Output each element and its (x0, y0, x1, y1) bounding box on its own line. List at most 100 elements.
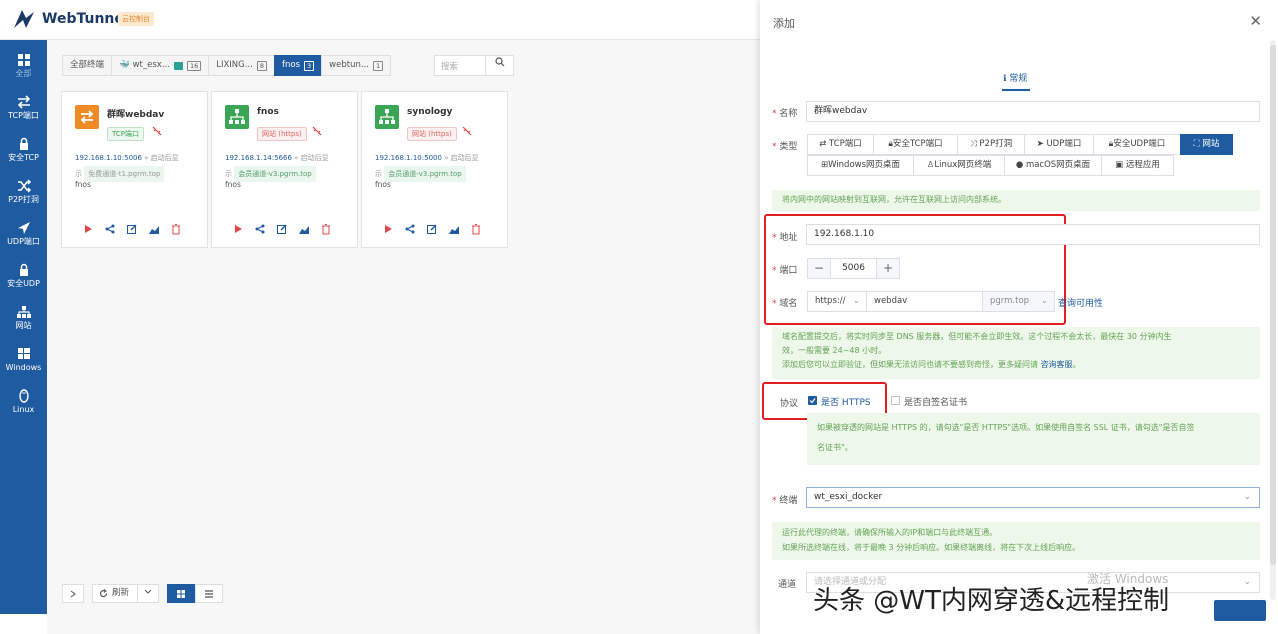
sidebar-item-secure-tcp[interactable]: 安全TCP (0, 132, 47, 172)
port-value[interactable]: 5006 (830, 259, 877, 278)
https-checkbox[interactable] (808, 396, 817, 405)
lock-icon (19, 137, 28, 150)
tab-fnos[interactable]: fnos 3 (274, 55, 323, 76)
sidebar-item-label: 安全UDP (7, 279, 40, 288)
save-button[interactable] (1214, 600, 1266, 621)
list-view-button[interactable] (195, 584, 224, 603)
delete-icon[interactable] (170, 223, 182, 235)
sidebar-item-label: 安全TCP (8, 153, 39, 162)
chevron-down-icon: ⌄ (852, 296, 860, 306)
card-name: 群晖webdav (107, 110, 165, 120)
expand-button[interactable] (62, 584, 84, 603)
search-box (434, 55, 514, 76)
proxy-card[interactable]: synology 网站 (https) 192.168.1.10:5000 » … (361, 91, 508, 248)
chevron-down-icon: ⌄ (1040, 296, 1048, 306)
search-button[interactable] (485, 56, 513, 75)
sidebar-item-label: 全部 (15, 69, 32, 78)
name-field[interactable]: 群晖webdav (806, 101, 1260, 122)
refresh-button[interactable]: 刷新 (92, 584, 160, 603)
play-icon[interactable] (82, 223, 94, 235)
console-badge: 云控制台 (118, 12, 154, 26)
domain-suffix-select[interactable]: pgrm.top ⌄ (982, 291, 1055, 312)
sitemap-icon (16, 306, 31, 318)
sidebar-item-linux[interactable]: Linux (0, 384, 47, 424)
sidebar-item-udp[interactable]: UDP端口 (0, 216, 47, 256)
tab-webtunnel[interactable]: webtun... 1 (321, 55, 392, 76)
sidebar-item-p2p[interactable]: P2P打洞 (0, 174, 47, 214)
type-remote-app-button[interactable]: ▣ 远程应用 (1101, 155, 1174, 176)
search-input[interactable] (435, 56, 483, 75)
type-linux-button[interactable]: ♙Linux网页终端 (913, 155, 1005, 176)
type-secure-tcp-button[interactable]: 🔒︎安全TCP端口 (873, 134, 958, 155)
proxy-card[interactable]: 群晖webdav TCP端口 192.168.1.10:5006 » 启动后显 … (61, 91, 208, 248)
send-icon (17, 222, 30, 234)
card-name: fnos (257, 107, 279, 117)
share-icon[interactable] (104, 223, 116, 235)
proxy-card[interactable]: fnos 网站 (https) 192.168.1.14:5666 » 启动后显… (211, 91, 358, 248)
type-tag: 网站 (https) (407, 127, 457, 141)
swap-icon (17, 95, 30, 109)
tab-lixing[interactable]: LIXING... 8 (208, 55, 275, 76)
delete-icon[interactable] (470, 223, 482, 235)
tab-general[interactable]: ℹ 常规 (1003, 71, 1027, 84)
add-drawer: 添加 ✕ ℹ 常规 * 名称 群晖webdav * 类型 ⇄ TCP端口 🔒︎安… (760, 0, 1278, 634)
type-website-button[interactable]: ⛶ 网站 (1180, 134, 1233, 155)
subdomain-field[interactable]: webdav (866, 291, 983, 312)
chart-icon[interactable] (298, 223, 310, 235)
card-address: 192.168.1.14:5666 » 启动后显 示 会员通道-v3.pgrm.… (225, 150, 355, 182)
unlink-icon (152, 126, 162, 136)
tab-all-terminals[interactable]: 全部终端 (62, 55, 113, 76)
drawer-scrollbar[interactable] (1270, 40, 1276, 600)
sidebar-item-windows[interactable]: Windows (0, 342, 47, 382)
chart-icon[interactable] (448, 223, 460, 235)
self-signed-checkbox[interactable] (891, 396, 900, 405)
edit-icon[interactable] (126, 223, 138, 235)
sidebar-item-label: TCP端口 (8, 111, 39, 120)
address-field[interactable]: 192.168.1.10 (806, 224, 1260, 245)
delete-icon[interactable] (320, 223, 332, 235)
swap-icon: ⇄ (819, 139, 827, 149)
check-icon (809, 398, 816, 404)
type-macos-button[interactable]: ● macOS网页桌面 (1004, 155, 1102, 176)
terminal-note: 运行此代理的终端，请确保所输入的IP和端口与此终端互通。 如果所选终端在线，将于… (772, 522, 1260, 560)
grid-view-button[interactable] (167, 584, 196, 603)
type-p2p-button[interactable]: ⤨ P2P打洞 (957, 134, 1025, 155)
play-icon[interactable] (232, 223, 244, 235)
linux-icon (18, 389, 29, 403)
share-icon[interactable] (404, 223, 416, 235)
sidebar-item-tcp[interactable]: TCP端口 (0, 90, 47, 130)
port-decrement-button[interactable]: − (808, 259, 830, 278)
close-icon[interactable]: ✕ (1249, 12, 1262, 30)
chevron-down-icon: ⌄ (1243, 577, 1251, 587)
terminal-select[interactable]: wt_esxi_docker ⌄ (806, 487, 1260, 508)
tab-wt-esxi[interactable]: 🐳 wt_esx... 16 (111, 55, 210, 76)
sidebar-item-secure-udp[interactable]: 安全UDP (0, 258, 47, 298)
self-signed-checkbox-label[interactable]: 是否自签名证书 (904, 395, 967, 408)
type-windows-button[interactable]: ⊞Windows网页桌面 (807, 155, 914, 176)
type-secure-udp-button[interactable]: 🔒︎安全UDP端口 (1093, 134, 1181, 155)
scheme-select[interactable]: https://⌄ (807, 291, 867, 312)
sidebar-item-all[interactable]: 全部 (0, 48, 47, 88)
edit-icon[interactable] (426, 223, 438, 235)
sidebar-item-website[interactable]: 网站 (0, 300, 47, 340)
support-link[interactable]: 咨询客服 (1041, 360, 1073, 369)
card-address: 192.168.1.10:5000 » 启动后显 示 会员通道-v3.pgrm.… (375, 150, 505, 182)
chart-icon[interactable] (148, 223, 160, 235)
port-increment-button[interactable]: + (877, 259, 899, 278)
terminal-label: * 终端 (772, 496, 798, 506)
address-label: * 地址 (772, 233, 798, 243)
type-udp-button[interactable]: ➤ UDP端口 (1024, 134, 1094, 155)
play-icon[interactable] (382, 223, 394, 235)
type-tcp-button[interactable]: ⇄ TCP端口 (807, 134, 874, 155)
https-checkbox-label[interactable]: 是否 HTTPS (821, 395, 871, 408)
search-icon (494, 57, 504, 67)
edit-icon[interactable] (276, 223, 288, 235)
refresh-dropdown[interactable] (137, 585, 158, 602)
refresh-icon (99, 589, 108, 598)
website-proxy-icon (375, 105, 399, 129)
check-availability-link[interactable]: 查询可用性 (1058, 296, 1103, 309)
port-label: * 端口 (772, 266, 798, 276)
app-window-icon: ▣ (1115, 160, 1124, 170)
chevron-right-icon (70, 590, 76, 597)
share-icon[interactable] (254, 223, 266, 235)
